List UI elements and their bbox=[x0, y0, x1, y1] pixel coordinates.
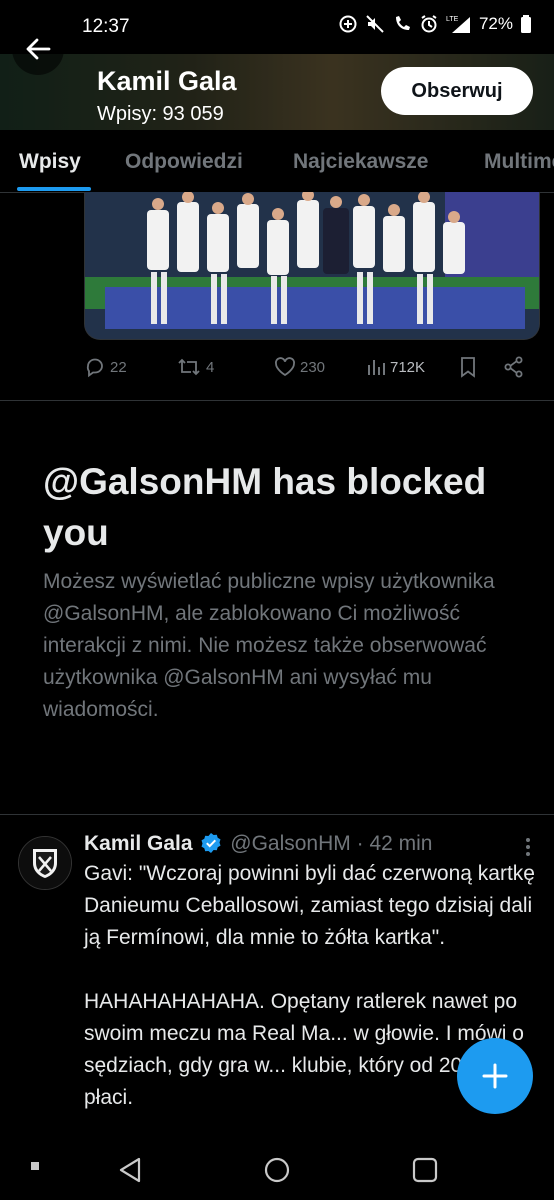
data-saver-icon bbox=[339, 15, 357, 33]
blocked-title: @GalsonHM has blocked you bbox=[43, 461, 487, 553]
more-vertical-icon bbox=[526, 838, 530, 856]
arrow-left-icon bbox=[26, 38, 51, 60]
like-button[interactable]: 230 bbox=[274, 356, 325, 378]
wifi-call-icon bbox=[395, 16, 410, 30]
reply-button[interactable]: 22 bbox=[84, 356, 127, 378]
tweet-header: Kamil Gala @GalsonHM · 42 min bbox=[84, 832, 432, 856]
analytics-icon bbox=[368, 360, 385, 375]
alarm-icon bbox=[421, 15, 437, 33]
more-options-button[interactable] bbox=[520, 836, 536, 858]
repost-button[interactable]: 4 bbox=[176, 356, 214, 378]
views-button[interactable]: 712K bbox=[366, 356, 425, 378]
nav-home-icon[interactable] bbox=[263, 1156, 291, 1184]
reply-icon bbox=[86, 358, 103, 378]
tab-media[interactable]: Multimedia bbox=[484, 150, 554, 174]
like-count: 230 bbox=[300, 358, 326, 376]
plus-icon bbox=[482, 1063, 508, 1089]
follow-button[interactable]: Obserwuj bbox=[381, 67, 533, 115]
status-bar: 12:37 LTE 72% bbox=[0, 0, 554, 54]
tweet-handle: @GalsonHM bbox=[230, 832, 351, 855]
blocked-description: Możesz wyświetlać publiczne wpisy użytko… bbox=[43, 570, 495, 721]
tweet-author-name[interactable]: Kamil Gala bbox=[84, 832, 193, 855]
tab-replies[interactable]: Odpowiedzi bbox=[125, 150, 243, 174]
post-count: Wpisy: 93 059 bbox=[97, 103, 224, 125]
post-media-image[interactable] bbox=[84, 192, 540, 340]
lte-signal-icon: LTE bbox=[446, 16, 470, 33]
reply-count: 22 bbox=[110, 358, 127, 376]
divider bbox=[0, 814, 554, 815]
divider bbox=[0, 400, 554, 401]
repost-icon bbox=[178, 358, 200, 376]
bookmark-icon bbox=[461, 357, 475, 378]
heart-icon bbox=[274, 357, 296, 377]
crest-logo bbox=[19, 837, 71, 889]
mute-icon bbox=[366, 15, 384, 33]
tab-posts[interactable]: Wpisy bbox=[19, 150, 81, 174]
team-celebration-photo bbox=[85, 192, 539, 339]
post-action-bar: 22 4 230 712K bbox=[84, 356, 538, 380]
profile-tabs: Wpisy Odpowiedzi Najciekawsze Multimedia bbox=[0, 130, 554, 193]
status-icons: LTE 72% bbox=[338, 14, 532, 34]
avatar[interactable] bbox=[18, 836, 72, 890]
compose-post-button[interactable] bbox=[457, 1038, 533, 1114]
battery-percent: 72% bbox=[478, 14, 513, 33]
share-icon bbox=[504, 356, 523, 378]
status-time: 12:37 bbox=[82, 16, 130, 37]
tweet-separator: · bbox=[356, 832, 364, 855]
nav-recents-icon[interactable] bbox=[412, 1156, 438, 1184]
nav-back-icon[interactable] bbox=[117, 1156, 143, 1184]
verified-badge-icon bbox=[201, 833, 221, 853]
profile-name: Kamil Gala bbox=[97, 66, 237, 96]
bookmark-button[interactable] bbox=[458, 356, 478, 378]
battery-icon bbox=[521, 15, 531, 33]
views-count: 712K bbox=[390, 358, 426, 376]
tab-highlights[interactable]: Najciekawsze bbox=[293, 150, 428, 174]
svg-text:LTE: LTE bbox=[446, 16, 459, 23]
active-tab-indicator bbox=[17, 187, 91, 191]
back-button[interactable] bbox=[12, 23, 64, 75]
tweet-time: 42 min bbox=[369, 832, 433, 855]
repost-count: 4 bbox=[206, 358, 215, 376]
share-button[interactable] bbox=[503, 356, 525, 378]
menu-dot-icon[interactable] bbox=[30, 1161, 40, 1171]
system-nav-bar bbox=[0, 1144, 554, 1200]
